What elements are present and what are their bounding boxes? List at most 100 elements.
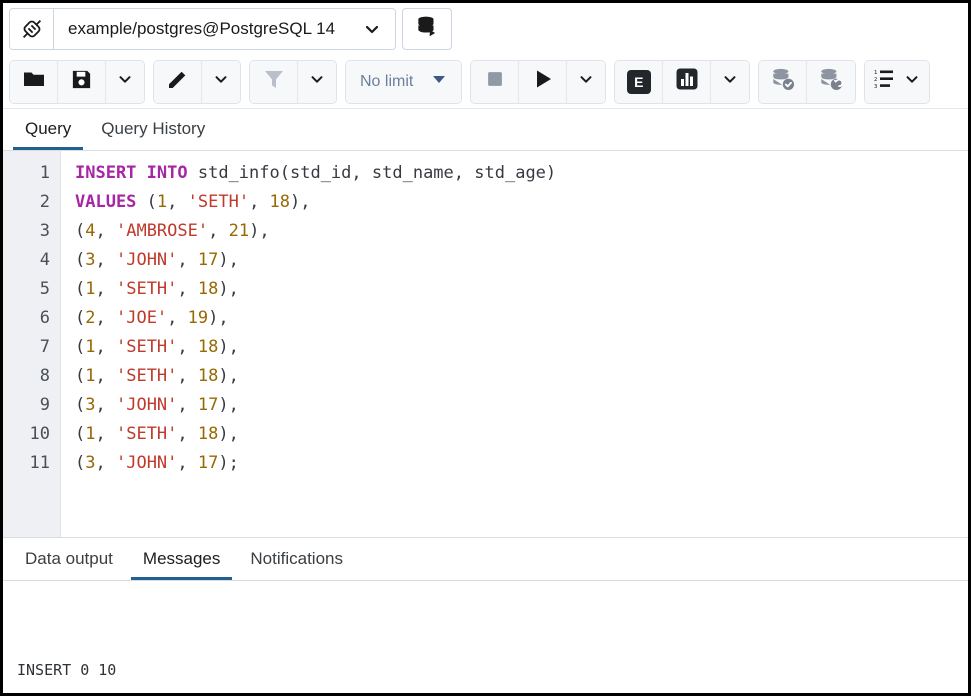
execute-query-button[interactable] (519, 61, 567, 103)
code-token: , (351, 163, 371, 183)
code-token: 4 (85, 221, 95, 241)
message-insert-result: INSERT 0 10 (17, 655, 968, 685)
code-line: (1, 'SETH', 18), (75, 420, 968, 449)
filter-options-button[interactable] (298, 61, 336, 103)
code-line: VALUES (1, 'SETH', 18), (75, 188, 968, 217)
code-token: ( (280, 163, 290, 183)
explain-analyze-button[interactable] (663, 61, 711, 103)
chevron-down-icon (721, 70, 739, 93)
chevron-down-icon (212, 70, 230, 93)
funnel-filter-icon (262, 67, 286, 96)
code-token: 3 (85, 250, 95, 270)
code-token: 1 (157, 192, 167, 212)
database-connect-icon-button[interactable] (402, 8, 452, 50)
code-token: 'SETH' (116, 279, 177, 299)
code-token: , (96, 366, 116, 386)
code-token: , (167, 308, 187, 328)
sql-code-area[interactable]: INSERT INTO std_info(std_id, std_name, s… (61, 151, 968, 537)
stop-query-button[interactable] (471, 61, 519, 103)
code-token: ( (75, 424, 85, 444)
svg-text:1: 1 (874, 70, 877, 76)
code-token: 18 (198, 279, 218, 299)
tab-query-history[interactable]: Query History (89, 113, 217, 150)
row-limit-value: No limit (360, 73, 413, 91)
filter-button[interactable] (250, 61, 298, 103)
line-number: 7 (3, 333, 60, 362)
code-token: ), (290, 192, 310, 212)
code-token: VALUES (75, 192, 136, 212)
save-file-button[interactable] (58, 61, 106, 103)
execute-options-button[interactable] (567, 61, 605, 103)
commit-button[interactable] (759, 61, 807, 103)
code-token: 'SETH' (116, 337, 177, 357)
code-token: , (177, 395, 197, 415)
save-options-button[interactable] (106, 61, 144, 103)
code-token: ), (218, 337, 238, 357)
chevron-down-icon (308, 70, 326, 93)
line-number: 3 (3, 217, 60, 246)
explain-e-icon: E (627, 70, 651, 94)
bar-chart-icon (675, 67, 699, 96)
execute-group (470, 60, 606, 104)
code-token: ( (75, 395, 85, 415)
code-token (188, 163, 198, 183)
code-token: 1 (85, 279, 95, 299)
rollback-button[interactable] (807, 61, 855, 103)
code-token: , (249, 192, 269, 212)
line-number: 10 (3, 420, 60, 449)
open-file-button[interactable] (10, 61, 58, 103)
tab-messages[interactable]: Messages (131, 543, 232, 580)
connection-bar: example/postgres@PostgreSQL 14 (3, 3, 968, 55)
tab-data-output[interactable]: Data output (13, 543, 125, 580)
code-token: , (167, 192, 187, 212)
chevron-down-icon[interactable] (349, 9, 395, 49)
code-line: (3, 'JOHN', 17), (75, 391, 968, 420)
code-token: , (96, 395, 116, 415)
floppy-save-icon (70, 68, 93, 96)
tab-query[interactable]: Query (13, 113, 83, 150)
explain-button[interactable]: E (615, 61, 663, 103)
row-limit-group[interactable]: No limit (345, 60, 462, 104)
file-group (9, 60, 145, 104)
connection-string[interactable]: example/postgres@PostgreSQL 14 (54, 9, 349, 49)
stop-square-icon (484, 68, 506, 95)
code-token: ), (208, 308, 228, 328)
database-connect-icon (414, 14, 440, 45)
code-token: 'AMBROSE' (116, 221, 208, 241)
query-toolbar: No limit (3, 55, 968, 109)
code-token: , (96, 453, 116, 473)
macros-group[interactable]: 1 2 3 (864, 60, 930, 104)
edit-button[interactable] (154, 61, 202, 103)
row-limit-select[interactable]: No limit (346, 61, 461, 103)
edit-options-button[interactable] (202, 61, 240, 103)
triangle-down-icon (431, 71, 447, 92)
code-token: , (96, 250, 116, 270)
code-token: , (96, 337, 116, 357)
explain-options-button[interactable] (711, 61, 749, 103)
code-token: 18 (198, 337, 218, 357)
code-token: 18 (270, 192, 290, 212)
code-token: ( (75, 366, 85, 386)
code-token: 18 (198, 366, 218, 386)
macros-button[interactable]: 1 2 3 (865, 61, 929, 103)
database-rollback-icon (818, 66, 844, 97)
line-number: 5 (3, 275, 60, 304)
line-number: 2 (3, 188, 60, 217)
filter-group (249, 60, 337, 104)
code-token: , (96, 308, 116, 328)
code-token: 1 (85, 366, 95, 386)
connection-selector-group[interactable]: example/postgres@PostgreSQL 14 (9, 8, 396, 50)
code-token: ); (218, 453, 238, 473)
code-token: ), (218, 395, 238, 415)
code-token: 'JOHN' (116, 453, 177, 473)
code-line: (1, 'SETH', 18), (75, 362, 968, 391)
pgadmin-query-tool-window: example/postgres@PostgreSQL 14 (0, 0, 971, 696)
code-token: 2 (85, 308, 95, 328)
code-token: 1 (85, 424, 95, 444)
sql-editor[interactable]: 1234567891011 INSERT INTO std_info(std_i… (3, 151, 968, 537)
code-token: 17 (198, 250, 218, 270)
code-token: ( (75, 250, 85, 270)
code-token: , (177, 453, 197, 473)
code-token: ), (218, 279, 238, 299)
tab-notifications[interactable]: Notifications (238, 543, 355, 580)
